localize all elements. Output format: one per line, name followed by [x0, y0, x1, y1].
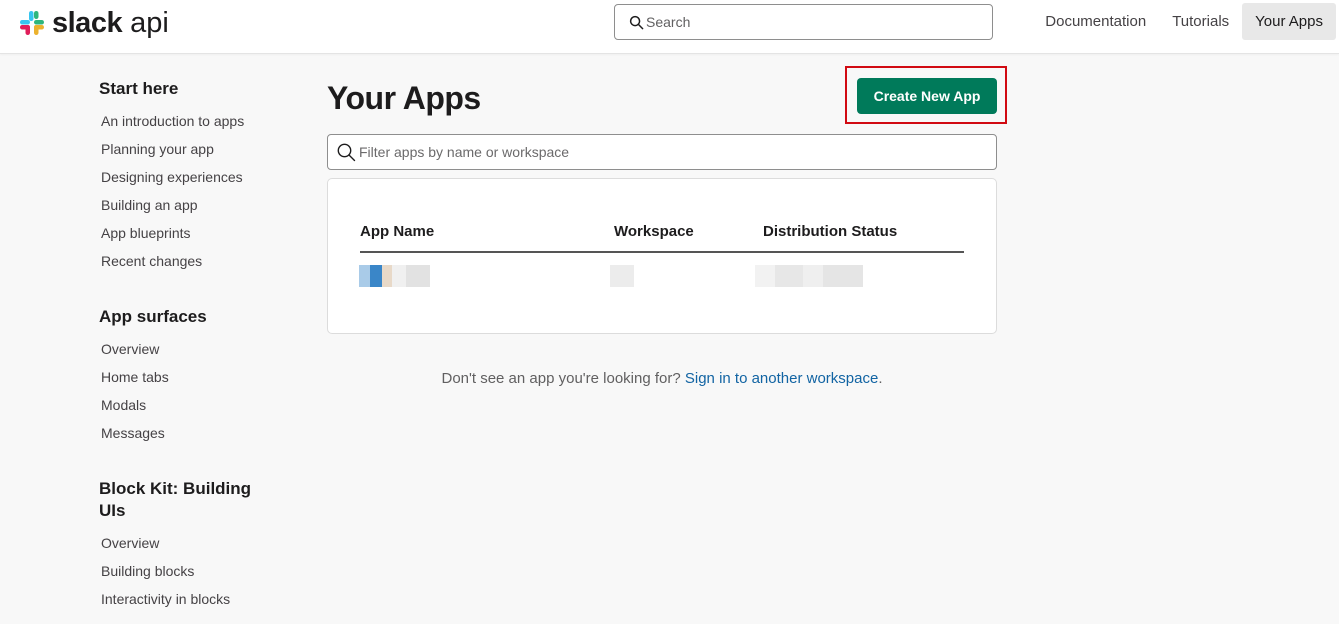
distribution-status-redacted	[755, 265, 863, 287]
column-workspace[interactable]: Workspace	[614, 223, 694, 240]
create-new-app-button[interactable]: Create New App	[857, 78, 997, 114]
sidebar-item-recent-changes[interactable]: Recent changes	[99, 253, 279, 281]
search-icon	[337, 143, 356, 162]
sidebar-item-interactivity[interactable]: Interactivity in blocks	[99, 591, 279, 619]
filter-apps-input[interactable]	[359, 144, 959, 160]
search-input[interactable]: Search	[614, 4, 993, 40]
nav-documentation[interactable]: Documentation	[1032, 3, 1159, 40]
sidebar-heading: App surfaces	[99, 307, 207, 326]
sidebar-item-home-tabs[interactable]: Home tabs	[99, 369, 279, 397]
sidebar-item-planning[interactable]: Planning your app	[99, 141, 279, 169]
sign-in-workspace-link[interactable]: Sign in to another workspace	[685, 370, 878, 387]
top-header: slack api Search Documentation Tutorials…	[0, 0, 1339, 54]
sidebar-section-block-kit: Block Kit: Building UIs Overview Buildin…	[99, 478, 279, 619]
sidebar-item-messages[interactable]: Messages	[99, 425, 279, 453]
column-app-name[interactable]: App Name	[360, 223, 434, 240]
page-title: Your Apps	[327, 80, 481, 116]
sidebar-item-surfaces-overview[interactable]: Overview	[99, 341, 279, 369]
logo-text: slack	[52, 6, 123, 39]
footnote-text: Don't see an app you're looking for?	[441, 370, 685, 387]
top-nav: Documentation Tutorials Your Apps	[1032, 3, 1336, 40]
app-name-redacted[interactable]	[359, 265, 430, 287]
sidebar-item-modals[interactable]: Modals	[99, 397, 279, 425]
workspace-redacted	[610, 265, 634, 287]
table-header: App Name Workspace Distribution Status	[360, 223, 964, 253]
missing-app-note: Don't see an app you're looking for? Sig…	[327, 370, 997, 387]
sidebar-item-blueprints[interactable]: App blueprints	[99, 225, 279, 253]
sidebar-item-designing[interactable]: Designing experiences	[99, 169, 279, 197]
sidebar-section-app-surfaces: App surfaces Overview Home tabs Modals M…	[99, 306, 279, 453]
logo-subtext: api	[130, 6, 169, 39]
sidebar-heading: Start here	[99, 79, 179, 98]
column-distribution-status[interactable]: Distribution Status	[763, 223, 897, 240]
sidebar-section-start-here: Start here An introduction to apps Plann…	[99, 78, 279, 281]
sidebar-item-introduction[interactable]: An introduction to apps	[99, 113, 279, 141]
sidebar-item-blockkit-overview[interactable]: Overview	[99, 535, 279, 563]
footnote-end: .	[878, 370, 883, 387]
search-placeholder: Search	[646, 14, 691, 30]
nav-your-apps[interactable]: Your Apps	[1242, 3, 1336, 40]
sidebar-item-building-blocks[interactable]: Building blocks	[99, 563, 279, 591]
search-icon	[629, 15, 644, 29]
nav-tutorials[interactable]: Tutorials	[1159, 3, 1242, 40]
filter-apps-field[interactable]	[327, 134, 997, 170]
sidebar-item-building[interactable]: Building an app	[99, 197, 279, 225]
create-app-highlight: Create New App	[845, 66, 1007, 124]
slack-logo-icon	[20, 11, 44, 35]
slack-api-logo[interactable]: slack api	[18, 6, 169, 39]
apps-table-card: App Name Workspace Distribution Status	[327, 178, 997, 334]
sidebar-heading: Block Kit: Building UIs	[99, 479, 252, 520]
sidebar: Start here An introduction to apps Plann…	[99, 78, 279, 624]
